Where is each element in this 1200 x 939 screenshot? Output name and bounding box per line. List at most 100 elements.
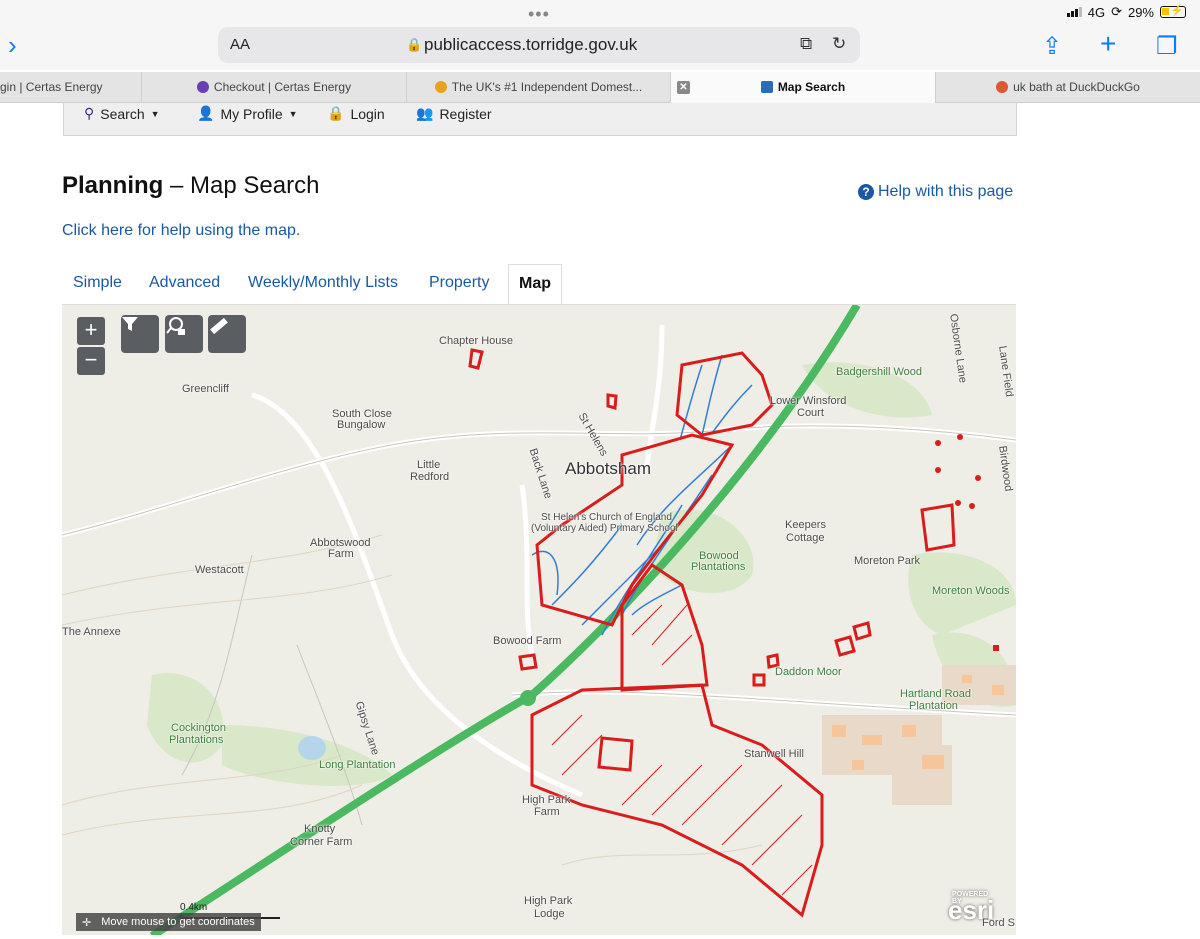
tab-map-search[interactable]: ✕ Map Search (671, 72, 936, 103)
favicon-icon (434, 81, 447, 93)
battery-percent: 29% (1127, 4, 1154, 20)
label-moreton-woods: Moreton Woods (932, 585, 1010, 597)
roundabout (520, 690, 536, 706)
user-icon: 👤 (197, 105, 215, 121)
crosshair-icon: ✛ (82, 916, 92, 929)
tab-duckduckgo[interactable]: uk bath at DuckDuckGo (936, 72, 1200, 103)
label-little: Little (417, 459, 441, 471)
text-size-button[interactable]: AA (230, 36, 250, 53)
label-high-park: High Park (522, 794, 571, 806)
padlock-icon: 🔒 (327, 105, 345, 121)
tab-property[interactable]: Property (429, 274, 489, 292)
network-label: 4G (1087, 4, 1106, 20)
help-icon: ? (858, 184, 874, 200)
tab-label: gin | Certas Energy (0, 80, 103, 94)
label-cockington-plantations: Plantations (169, 734, 224, 746)
label-keepers: Keepers (785, 519, 826, 531)
search-tabs: Simple Advanced Weekly/Monthly Lists Pro… (62, 264, 1016, 305)
share-icon[interactable]: ⇪ (1042, 32, 1062, 61)
label-high-park-2: High Park (524, 895, 573, 907)
esri-powered-text: POWERED BY (952, 891, 989, 905)
tab-label: Map Search (777, 80, 846, 94)
label-bowood-farm: Bowood Farm (493, 635, 562, 647)
page-title-rest: – Map Search (163, 172, 320, 199)
label-church-school-2: (Voluntary Aided) Primary School (531, 523, 678, 534)
esri-logo: POWERED BY esri (948, 891, 994, 926)
label-abbotsham: Abbotsham (565, 459, 651, 478)
site-nav: ⚲ Search ▼ 👤 My Profile ▼ 🔒 Login 👥 Register (63, 103, 1017, 136)
status-bar: ••• 4G ⟳ 29% ⚡ (0, 0, 1200, 24)
nav-register-label: Register (439, 105, 492, 122)
new-tab-icon[interactable]: + (1100, 28, 1116, 60)
nav-search-label: Search (100, 105, 145, 122)
measure-button[interactable] (208, 315, 246, 353)
back-icon[interactable]: › (8, 30, 17, 61)
close-tab-icon[interactable]: ✕ (677, 81, 690, 94)
page-title-bold: Planning (62, 172, 164, 199)
search-icon: ⚲ (84, 105, 95, 121)
map-view[interactable]: Chapter House Greencliff South Close Bun… (62, 304, 1016, 935)
pond (298, 736, 326, 760)
signal-icon (1066, 7, 1082, 17)
coordinates-readout: ✛ Move mouse to get coordinates (76, 913, 261, 931)
favicon-icon (196, 81, 209, 93)
multitasking-dots-icon[interactable]: ••• (528, 4, 550, 25)
label-corner-farm: Corner Farm (290, 836, 353, 848)
nav-register[interactable]: 👥 Register (416, 105, 492, 122)
label-bowood-plantations: Plantations (691, 561, 746, 573)
address-bar[interactable]: AA 🔒 publicaccess.torridge.gov.uk ⧉ ↻ (218, 27, 860, 63)
label-bungalow: Bungalow (337, 419, 386, 431)
extension-icon[interactable]: ⧉ (800, 34, 812, 54)
label-cottage: Cottage (786, 532, 825, 544)
label-moreton-park: Moreton Park (854, 555, 921, 567)
ruler-icon (210, 317, 228, 335)
nav-my-profile[interactable]: 👤 My Profile ▼ (197, 105, 298, 122)
label-lodge: Lodge (534, 908, 565, 920)
label-daddon-moor: Daddon Moor (775, 666, 842, 678)
tab-checkout[interactable]: Checkout | Certas Energy (142, 72, 407, 103)
tab-advanced[interactable]: Advanced (149, 274, 220, 292)
search-map-button[interactable] (165, 315, 203, 353)
label-cockington: Cockington (171, 722, 227, 734)
nav-profile-label: My Profile (220, 105, 283, 122)
tab-label: The UK's #1 Independent Domest... (451, 80, 643, 94)
battery-icon: ⚡ (1160, 5, 1186, 18)
tab-oil-supplier[interactable]: The UK's #1 Independent Domest... (407, 72, 671, 103)
tab-weekly-monthly[interactable]: Weekly/Monthly Lists (248, 274, 398, 292)
lock-icon: 🔒 (406, 37, 423, 52)
urban-areas (822, 665, 1016, 805)
nav-login[interactable]: 🔒 Login (327, 105, 385, 122)
nav-search[interactable]: ⚲ Search ▼ (84, 105, 160, 122)
label-knotty: Knotty (304, 823, 336, 835)
register-icon: 👥 (416, 105, 434, 121)
tab-label: Checkout | Certas Energy (213, 80, 352, 94)
tabs-overview-icon[interactable]: ❐ (1156, 32, 1178, 61)
caret-down-icon: ▼ (150, 108, 160, 119)
favicon-icon (996, 81, 1009, 93)
caret-down-icon: ▼ (288, 108, 298, 119)
label-badgershill-wood: Badgershill Wood (836, 366, 923, 378)
url-text[interactable]: publicaccess.torridge.gov.uk (424, 35, 637, 55)
label-stanwell-hill: Stanwell Hill (744, 748, 804, 760)
status-indicators: 4G ⟳ 29% ⚡ (1066, 4, 1186, 20)
map-help-link[interactable]: Click here for help using the map. (62, 222, 300, 240)
help-with-page-link[interactable]: ? Help with this page (858, 183, 1013, 201)
label-greencliff: Greencliff (182, 383, 229, 395)
reload-icon[interactable]: ↻ (832, 34, 846, 54)
map-canvas[interactable] (62, 305, 1016, 935)
map-search-icon (166, 317, 185, 335)
label-church-school-1: St Helen's Church of England (541, 512, 672, 523)
filter-button[interactable] (121, 315, 159, 353)
tab-simple[interactable]: Simple (73, 274, 122, 292)
label-hartland-road: Hartland Road (900, 688, 971, 700)
tab-label: uk bath at DuckDuckGo (1013, 80, 1140, 94)
tab-map[interactable]: Map (508, 264, 562, 305)
zoom-in-button[interactable]: + (77, 317, 105, 345)
label-the-annexe: The Annexe (62, 626, 121, 638)
zoom-out-button[interactable]: − (77, 347, 105, 375)
help-link-label: Help with this page (878, 183, 1014, 200)
label-redford: Redford (410, 471, 450, 483)
tab-certas-login[interactable]: gin | Certas Energy (0, 72, 142, 103)
filter-icon (122, 317, 138, 331)
coordinates-text: Move mouse to get coordinates (101, 916, 255, 928)
